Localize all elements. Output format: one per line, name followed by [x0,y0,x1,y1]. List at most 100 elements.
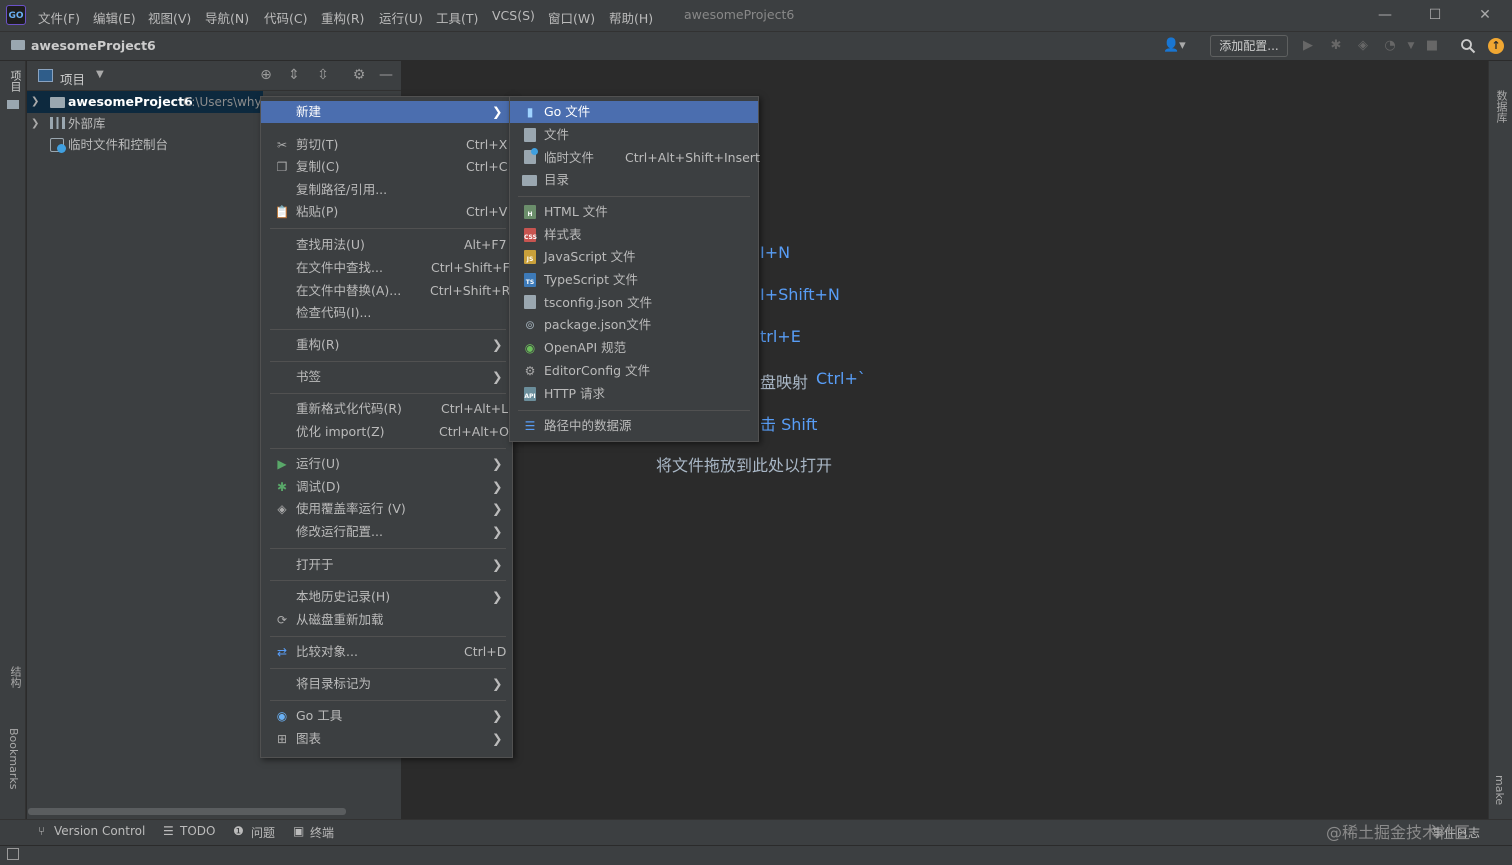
new-go-file-label: Go 文件 [544,104,591,119]
ctx-reformat-shortcut: Ctrl+Alt+L [441,401,509,416]
new-stylesheet[interactable]: 样式表 [544,224,582,246]
ctx-local-history[interactable]: 本地历史记录(H) [296,586,390,608]
new-javascript-file[interactable]: JavaScript 文件 [544,246,636,268]
menu-vcs[interactable]: VCS(S) [492,8,535,23]
ctx-open-in[interactable]: 打开于 [296,554,334,576]
menu-code[interactable]: 代码(C) [264,8,307,27]
new-scratch-file[interactable]: 临时文件 [544,147,594,169]
tree-label-scratches[interactable]: 临时文件和控制台 [68,134,168,156]
run-icon: ▶ [277,457,287,471]
ctx-cut[interactable]: 剪切(T) [296,134,338,156]
chevron-right-icon: ❯ [492,369,503,384]
ctx-compare-with[interactable]: 比较对象... [296,641,358,663]
hint-shortcut-4: Ctrl+` [816,369,866,388]
menu-refactor[interactable]: 重构(R) [321,8,364,27]
stop-icon[interactable]: ■ [1424,38,1440,54]
ctx-find-in-files[interactable]: 在文件中查找... [296,257,383,279]
new-directory[interactable]: 目录 [544,169,569,191]
new-tsconfig-file[interactable]: tsconfig.json 文件 [544,292,652,314]
chevron-down-icon[interactable]: ▼ [1403,38,1419,54]
ctx-mark-directory-as[interactable]: 将目录标记为 [296,673,371,695]
menu-edit[interactable]: 编辑(E) [93,8,136,27]
ctx-reload-from-disk[interactable]: 从磁盘重新加载 [296,609,384,631]
version-control-tab[interactable]: Version Control [54,824,145,838]
ctx-replace-in-files[interactable]: 在文件中替换(A)... [296,280,401,302]
hint-shortcut-1: I+N [760,243,791,262]
chevron-right-icon[interactable]: ❯ [31,96,39,107]
tree-label-external-libs[interactable]: 外部库 [68,113,106,135]
menu-navigate[interactable]: 导航(N) [205,8,249,27]
ctx-go-tools[interactable]: Go 工具 [296,705,342,727]
ctx-modify-run-config[interactable]: 修改运行配置... [296,521,383,543]
ctx-diagrams[interactable]: 图表 [296,728,321,750]
locate-icon[interactable]: ⊕ [257,66,275,84]
horizontal-scrollbar[interactable] [28,808,346,815]
folder-icon [522,175,537,186]
ctx-run-with-coverage[interactable]: 使用覆盖率运行 (V) [296,498,406,520]
coverage-icon: ◈ [277,502,287,516]
problems-tab[interactable]: 问题 [251,824,275,841]
new-editorconfig-file[interactable]: EditorConfig 文件 [544,360,650,382]
collapse-all-icon[interactable]: ⇳ [314,66,332,84]
structure-tool-tab[interactable]: 结构 [7,666,23,688]
profile-icon[interactable]: ◔ [1382,38,1398,54]
maximize-button[interactable]: ☐ [1424,4,1446,26]
user-account-icon[interactable]: 👤▾ [1163,38,1186,53]
chevron-down-icon[interactable]: ▼ [96,69,104,80]
minimize-button[interactable]: — [1374,4,1396,26]
chevron-right-icon: ❯ [492,708,503,723]
new-openapi-spec[interactable]: OpenAPI 规范 [544,337,626,359]
new-file[interactable]: 文件 [544,124,569,146]
new-data-source-in-path[interactable]: 路径中的数据源 [544,415,632,437]
ctx-paste[interactable]: 粘贴(P) [296,201,338,223]
make-tool-tab[interactable]: make [1493,775,1506,805]
add-configuration-button[interactable]: 添加配置... [1210,35,1288,57]
ctx-copy-path[interactable]: 复制路径/引用... [296,179,387,201]
gear-icon[interactable]: ⚙ [350,66,368,84]
menu-window[interactable]: 窗口(W) [548,8,595,27]
chevron-right-icon[interactable]: ❯ [31,118,39,129]
update-icon[interactable]: ↑ [1488,38,1504,54]
chevron-right-icon: ❯ [492,676,503,691]
tree-label-project[interactable]: awesomeProject6 [68,91,193,113]
toggle-tool-windows-icon[interactable] [7,848,19,860]
hint-shortcut-3: trl+E [760,327,801,346]
database-tool-tab[interactable]: 数据库 [1493,90,1509,123]
ctx-optimize-imports[interactable]: 优化 import(Z) [296,421,385,443]
debug-icon[interactable]: ✱ [1328,38,1344,54]
ctx-copy[interactable]: 复制(C) [296,156,339,178]
ctx-find-usages-shortcut: Alt+F7 [464,237,507,252]
menu-view[interactable]: 视图(V) [148,8,191,27]
ctx-run[interactable]: 运行(U) [296,453,340,475]
breadcrumb-project[interactable]: awesomeProject6 [31,38,156,53]
ctx-inspect-code[interactable]: 检查代码(I)... [296,302,371,324]
project-tool-tab[interactable]: 项目 [7,70,23,92]
new-html-file[interactable]: HTML 文件 [544,201,608,223]
search-icon[interactable] [1460,38,1476,54]
expand-all-icon[interactable]: ⇕ [285,66,303,84]
menu-file[interactable]: 文件(F) [38,8,80,27]
run-icon[interactable]: ▶ [1300,38,1316,54]
chevron-right-icon: ❯ [492,104,503,119]
menu-tools[interactable]: 工具(T) [436,8,478,27]
terminal-tab[interactable]: 终端 [310,824,334,841]
new-package-json-file[interactable]: package.json文件 [544,314,651,336]
ctx-debug[interactable]: 调试(D) [296,476,340,498]
ctx-find-usages[interactable]: 查找用法(U) [296,234,365,256]
hide-panel-icon[interactable]: — [377,66,395,84]
bookmarks-tool-tab[interactable]: Bookmarks [7,728,20,789]
ctx-refactor[interactable]: 重构(R) [296,334,339,356]
project-panel-title[interactable]: 项目 [60,69,85,88]
ctx-reformat-code[interactable]: 重新格式化代码(R) [296,398,402,420]
menu-separator [270,548,506,549]
ctx-bookmarks[interactable]: 书签 [296,366,321,388]
new-http-request[interactable]: HTTP 请求 [544,383,605,405]
menu-help[interactable]: 帮助(H) [609,8,653,27]
coverage-icon[interactable]: ◈ [1355,38,1371,54]
hint-shortcut-5: 击 Shift [760,415,818,434]
menu-run[interactable]: 运行(U) [379,8,423,27]
new-typescript-file[interactable]: TypeScript 文件 [544,269,638,291]
todo-tab[interactable]: TODO [180,824,215,838]
chevron-right-icon: ❯ [492,557,503,572]
close-window-button[interactable]: ✕ [1474,4,1496,26]
